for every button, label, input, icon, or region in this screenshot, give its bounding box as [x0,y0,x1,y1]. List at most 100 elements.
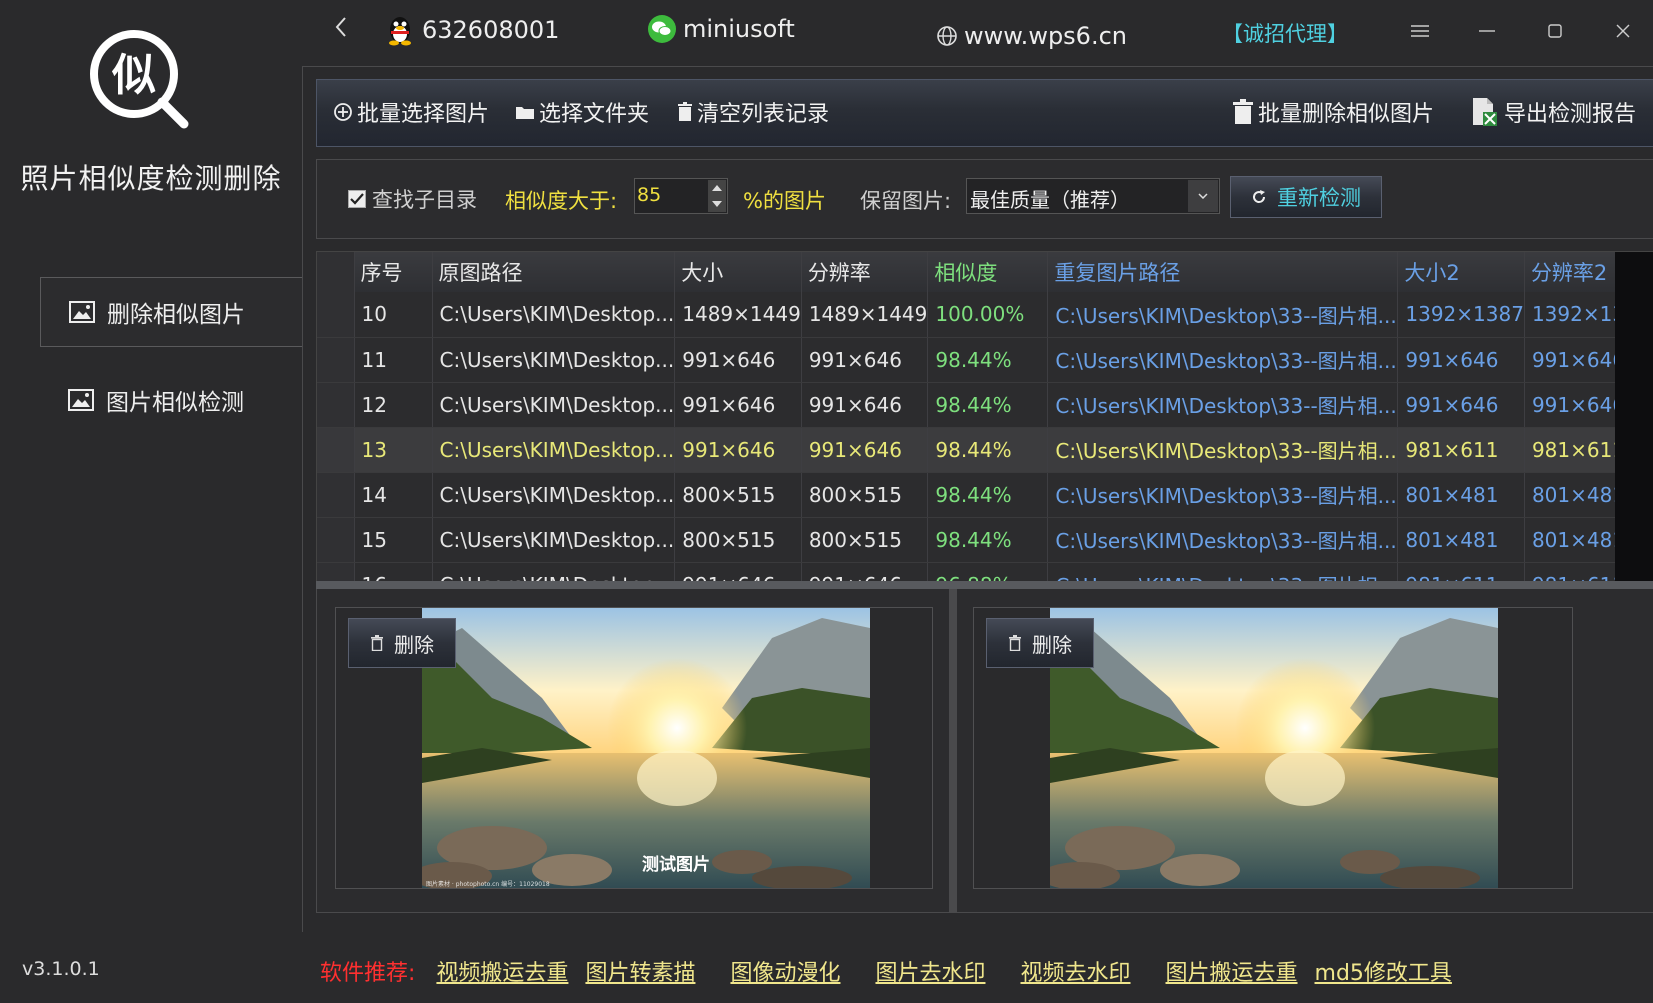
keep-dropdown-toggle[interactable] [1188,180,1218,212]
trash-icon [1233,99,1253,124]
batch-delete-label: 批量删除相似图片 [1258,102,1435,127]
table-row[interactable]: 12 C:\Users\KIM\Desktop... 991×646 991×646 9… [317,382,1652,428]
excel-export-icon [1473,98,1497,126]
footer-link-video-watermark[interactable]: 视频去水印 [1020,961,1130,986]
clear-list-button[interactable]: 清空列表记录 [677,96,829,128]
row-header[interactable] [317,382,355,428]
watermark-text: 测试图片 [642,854,710,875]
cell-index: 13 [354,427,433,473]
cell-source-path: C:\Users\KIM\Desktop... [432,472,676,518]
preview-image-right[interactable] [1050,608,1498,889]
column-header-index[interactable]: 序号 [354,252,433,292]
cell-size: 1489×1449 [674,292,802,338]
keep-select[interactable]: 最佳质量（推荐） [966,178,1220,214]
keep-label: 保留图片: [860,189,952,213]
similarity-value: 85 [637,184,662,206]
recheck-label: 重新检测 [1277,186,1361,210]
cell-source-path: C:\Users\KIM\Desktop... [432,337,676,383]
export-report-button[interactable]: 导出检测报告 [1470,96,1636,128]
wechat-contact[interactable]: miniusoft [647,14,795,44]
sidebar-item-delete-similar[interactable]: 删除相似图片 [40,277,302,347]
footer-link-video-dedup[interactable]: 视频搬运去重 [436,961,568,986]
keep-value: 最佳质量（推荐） [970,188,1130,212]
row-header[interactable] [317,292,355,338]
cell-duplicate-path: C:\Users\KIM\Desktop\33--图片相... [1047,337,1399,383]
stepper-down-button[interactable] [708,196,726,212]
horizontal-splitter[interactable] [316,581,1653,589]
table-row[interactable]: 13 C:\Users\KIM\Desktop... 991×646 991×646 9… [317,427,1652,473]
subdir-label: 查找子目录 [372,188,477,212]
stepper-up-button[interactable] [708,180,726,196]
similarity-stepper[interactable]: 85 [634,178,728,214]
footer-link-image-watermark[interactable]: 图片去水印 [875,961,985,986]
version-label: v3.1.0.1 [22,958,100,980]
cell-source-path: C:\Users\KIM\Desktop... [432,562,676,582]
column-header-resolution[interactable]: 分辨率 [801,252,929,292]
watermark-caption: 图片素材 · photophoto.cn 编号：11029018 [426,880,550,888]
table-row[interactable]: 11 C:\Users\KIM\Desktop... 991×646 991×646 9… [317,337,1652,383]
row-header[interactable] [317,517,355,563]
cell-duplicate-path: C:\Users\KIM\Desktop\33--图片相... [1047,292,1399,338]
options-bar: 查找子目录 相似度大于: 85 %的图片 保留图片: 最佳质量（推荐） 重新检测 [316,159,1653,239]
table-right-gutter [1615,252,1653,582]
preview-image-left[interactable]: 测试图片 图片素材 · photophoto.cn 编号：11029018 [422,608,870,889]
qq-contact[interactable]: 632608001 [386,14,559,46]
column-header-source-path[interactable]: 原图路径 [432,252,676,292]
globe-icon [937,26,957,46]
vertical-splitter[interactable] [949,589,957,913]
folder-icon [516,107,534,119]
minimize-button[interactable] [1467,14,1507,48]
qq-number: 632608001 [422,16,560,44]
cell-index: 15 [354,517,433,563]
table-row[interactable]: 15 C:\Users\KIM\Desktop... 800×515 800×515 9… [317,517,1652,563]
sidebar-item-similar-check[interactable]: 图片相似检测 [40,365,302,435]
footer-link-anime[interactable]: 图像动漫化 [730,961,840,986]
column-header-similarity[interactable]: 相似度 [927,252,1049,292]
close-button[interactable] [1603,14,1643,48]
table-row[interactable]: 14 C:\Users\KIM\Desktop... 800×515 800×515 9… [317,472,1652,518]
footer-link-image-dedup[interactable]: 图片搬运去重 [1166,961,1298,986]
app-name: 照片相似度检测删除 [20,162,282,195]
cell-resolution: 991×646 [801,562,929,582]
column-header-size2[interactable]: 大小2 [1397,252,1525,292]
subdir-checkbox[interactable]: 查找子目录 [348,184,477,214]
cell-source-path: C:\Users\KIM\Desktop... [432,517,676,563]
delete-right-button[interactable]: 删除 [986,618,1094,668]
column-header-duplicate-path[interactable]: 重复图片路径 [1047,252,1399,292]
batch-select-button[interactable]: 批量选择图片 [333,96,489,128]
cell-size2: 1392×1387 [1397,292,1525,338]
row-header-corner [317,252,355,292]
preview-pane-left: 删除 测试图片 图片素材 · photophoto.cn 编号：11029018 [335,607,933,889]
row-header[interactable] [317,337,355,383]
cell-index: 12 [354,382,433,428]
recheck-button[interactable]: 重新检测 [1230,176,1382,218]
table-header: 序号 原图路径 大小 分辨率 相似度 重复图片路径 大小2 分辨率2 [317,252,1652,292]
wechat-icon [648,15,676,43]
cell-source-path: C:\Users\KIM\Desktop... [432,382,676,428]
cell-size: 991×646 [674,337,802,383]
table-row[interactable]: 16C:\Users\KIM\Desktop...991×646991×6469… [317,562,1652,582]
website-link[interactable]: www.wps6.cn [936,22,1127,50]
footer-link-sketch[interactable]: 图片转素描 [585,961,695,986]
cell-size: 991×646 [674,427,802,473]
clear-list-label: 清空列表记录 [697,102,830,127]
batch-delete-button[interactable]: 批量删除相似图片 [1232,96,1434,128]
cell-index: 14 [354,472,433,518]
cell-similarity: 98.44% [927,427,1049,473]
row-header[interactable] [317,472,355,518]
select-folder-button[interactable]: 选择文件夹 [515,96,649,128]
checkbox-checked-icon [348,190,366,208]
wechat-id: miniusoft [683,15,795,43]
menu-button[interactable] [1400,14,1440,48]
agent-link[interactable]: 【诚招代理】 [1222,18,1348,48]
row-header[interactable] [317,427,355,473]
delete-left-button[interactable]: 删除 [348,618,456,668]
footer-link-md5[interactable]: md5修改工具 [1315,961,1452,986]
column-header-size[interactable]: 大小 [674,252,802,292]
table-row[interactable]: 10 C:\Users\KIM\Desktop... 1489×1449 1489×1… [317,292,1652,338]
row-header[interactable] [317,562,355,582]
close-icon [1616,24,1630,38]
cell-size2: 991×646 [1397,337,1525,383]
back-button[interactable] [334,16,348,38]
maximize-button[interactable] [1535,14,1575,48]
